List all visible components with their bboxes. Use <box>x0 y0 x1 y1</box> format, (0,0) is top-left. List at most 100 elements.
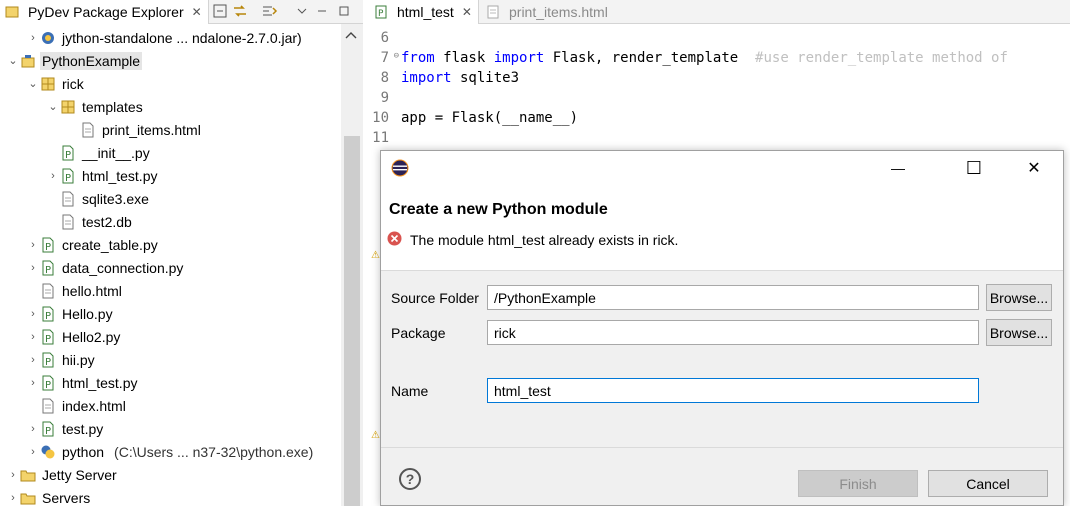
tree-item-print-items-html[interactable]: print_items.html <box>66 118 203 141</box>
filter-icon[interactable] <box>262 3 278 19</box>
chevron-right-icon[interactable]: › <box>26 331 40 343</box>
tree-item-hello-html[interactable]: hello.html <box>26 279 124 302</box>
fold-toggle-icon[interactable]: ⊖ <box>394 51 399 61</box>
chevron-right-icon[interactable]: › <box>6 492 20 504</box>
tree-item-create-table-py[interactable]: › Pcreate_table.py <box>26 233 160 256</box>
maximize-icon[interactable] <box>336 3 352 19</box>
svg-text:P: P <box>65 173 71 184</box>
scroll-up-icon[interactable] <box>345 30 357 42</box>
module-name-field[interactable] <box>487 378 979 403</box>
python-file-icon: P <box>60 168 76 184</box>
scroll-thumb[interactable] <box>344 136 360 506</box>
browse-source-folder-button[interactable]: Browse... <box>986 284 1052 311</box>
svg-text:P: P <box>45 242 51 253</box>
tree-item-label: PythonExample <box>40 51 143 70</box>
code-line[interactable]: 7 ⊖ from flask import Flask, render_templa… <box>367 48 1070 68</box>
tree-item-templates[interactable]: ⌄ templates <box>46 95 145 118</box>
tree-item-python[interactable]: › python (C:\Users ... n37-32\python.exe) <box>26 440 313 463</box>
tree-item-hello2-py[interactable]: › P Hello2.py <box>26 325 122 348</box>
code-keyword: import <box>401 70 452 86</box>
svg-text:P: P <box>45 426 51 437</box>
tree-item-html-test-py[interactable]: › Phtml_test.py <box>46 164 159 187</box>
view-menu-icon[interactable] <box>294 3 310 19</box>
tree-item-hello-py[interactable]: › P Hello.py <box>26 302 115 325</box>
tree-item-label: templates <box>82 98 143 115</box>
file-icon <box>80 122 96 138</box>
tab-label: html_test <box>397 4 454 20</box>
tab-label: print_items.html <box>509 4 608 20</box>
close-button[interactable]: ✕ <box>1011 151 1057 185</box>
code-text: app = Flask(__name__) <box>401 110 579 126</box>
minimize-icon[interactable] <box>314 3 330 19</box>
code-area[interactable]: 6 7 ⊖ from flask import Flask, render_templ… <box>367 28 1070 148</box>
tree-item-pythonexample[interactable]: ⌄ PythonExample <box>6 49 143 72</box>
tree-item-label: html_test.py <box>62 374 138 391</box>
tree-item-init-py[interactable]: P __init__.py <box>46 141 152 164</box>
line-number: 6 <box>367 30 401 46</box>
tree-item-label: print_items.html <box>102 121 201 138</box>
python-file-icon: P <box>40 306 56 322</box>
source-folder-field[interactable] <box>487 285 979 310</box>
error-icon <box>387 231 402 249</box>
chevron-down-icon[interactable]: ⌄ <box>6 54 20 67</box>
tree-item-hii-py[interactable]: › Phii.py <box>26 348 97 371</box>
package-field[interactable] <box>487 320 979 345</box>
tree-item-label: sqlite3.exe <box>82 190 149 207</box>
chevron-down-icon[interactable]: ⌄ <box>46 100 60 113</box>
tree-item-html-test-py[interactable]: › Phtml_test.py <box>26 371 139 394</box>
line-number-text: 9 <box>380 90 389 106</box>
package-explorer-pane: PyDev Package Explorer ✕ › jython-standal… <box>0 0 363 506</box>
code-line[interactable]: 6 <box>367 28 1070 48</box>
chevron-right-icon[interactable]: › <box>26 239 40 251</box>
collapse-all-icon[interactable] <box>212 3 228 19</box>
code-line[interactable]: 8 import sqlite3 <box>367 68 1070 88</box>
chevron-right-icon[interactable]: › <box>46 170 60 182</box>
tab-pydev-package-explorer[interactable]: PyDev Package Explorer ✕ <box>0 0 209 24</box>
tree-item-data-connection-py[interactable]: › Pdata_connection.py <box>26 256 185 279</box>
python-file-icon: P <box>40 260 56 276</box>
chevron-right-icon[interactable]: › <box>6 469 20 481</box>
link-with-editor-icon[interactable] <box>232 3 248 19</box>
chevron-right-icon[interactable]: › <box>26 354 40 366</box>
tree-item-servers[interactable]: › Servers <box>6 486 92 506</box>
code-keyword: from <box>401 50 435 66</box>
tree-item-test2-db[interactable]: test2.db <box>46 210 134 233</box>
maximize-button[interactable]: ☐ <box>951 151 997 185</box>
finish-button[interactable]: Finish <box>798 470 918 497</box>
chevron-right-icon[interactable]: › <box>26 262 40 274</box>
project-tree: › jython-standalone ... ndalone-2.7.0.jar… <box>0 24 341 506</box>
code-line[interactable]: 10 app = Flask(__name__) <box>367 108 1070 128</box>
close-icon[interactable]: ✕ <box>462 5 472 19</box>
error-message: The module html_test already exists in r… <box>387 231 678 249</box>
tree-item-sqlite3-exe[interactable]: sqlite3.exe <box>46 187 151 210</box>
chevron-right-icon[interactable]: › <box>26 423 40 435</box>
tree-item-test-py[interactable]: › Ptest.py <box>26 417 105 440</box>
code-line[interactable]: 11 <box>367 128 1070 148</box>
dialog-form: Source Folder Browse... Package Browse..… <box>381 271 1063 447</box>
jar-icon <box>40 30 56 46</box>
help-button[interactable]: ? <box>399 468 421 490</box>
tree-item-jython-standalone-ndalone-2-7-0-jar[interactable]: › jython-standalone ... ndalone-2.7.0.jar… <box>26 26 304 49</box>
browse-package-button[interactable]: Browse... <box>986 319 1052 346</box>
package-label: Package <box>391 325 446 341</box>
line-number-text: 10 <box>372 110 389 126</box>
chevron-right-icon[interactable]: › <box>26 32 40 44</box>
tab-html-test[interactable]: P html_test ✕ <box>367 0 479 24</box>
chevron-right-icon[interactable]: › <box>26 446 40 458</box>
line-number-text: 8 <box>380 70 389 86</box>
chevron-right-icon[interactable]: › <box>26 308 40 320</box>
cancel-button[interactable]: Cancel <box>928 470 1048 497</box>
explorer-scrollbar[interactable] <box>341 24 363 506</box>
chevron-right-icon[interactable]: › <box>26 377 40 389</box>
explorer-tab-bar: PyDev Package Explorer ✕ <box>0 0 363 24</box>
minimize-button[interactable]: — <box>875 151 921 185</box>
close-icon[interactable]: ✕ <box>192 5 202 19</box>
tree-item-index-html[interactable]: index.html <box>26 394 128 417</box>
chevron-down-icon[interactable]: ⌄ <box>26 77 40 90</box>
code-line[interactable]: 9 <box>367 88 1070 108</box>
tree-item-rick[interactable]: ⌄ rick <box>26 72 86 95</box>
tree-item-label: test.py <box>62 420 104 437</box>
pydev-explorer-icon <box>4 4 20 20</box>
tree-item-jetty-server[interactable]: › Jetty Server <box>6 463 119 486</box>
tab-print-items-html[interactable]: print_items.html <box>479 0 614 24</box>
